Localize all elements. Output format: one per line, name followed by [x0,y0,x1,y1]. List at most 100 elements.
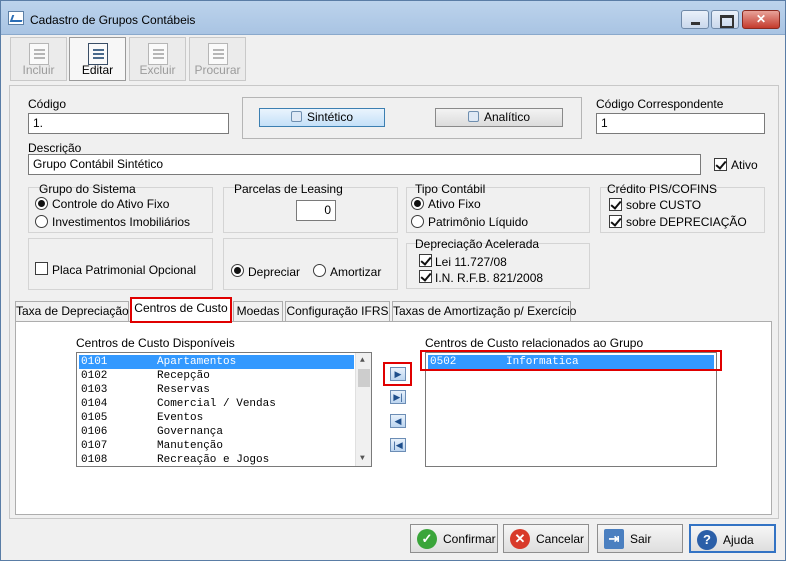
sair-button[interactable]: ⇥ Sair [597,524,683,553]
search-document-icon [208,43,228,65]
highlight-related-box [420,350,722,371]
cost-center-name: Governança [157,426,224,438]
sintetico-label: Sintético [306,110,354,124]
sintetico-icon [290,111,302,122]
cost-center-code: 0108 [81,454,108,466]
controle-ativo-fixo-radio[interactable] [35,197,48,210]
investimentos-radio[interactable] [35,215,48,228]
help-icon: ? [697,530,717,550]
list-item[interactable]: 0106 Governança [79,425,354,439]
sobre-custo-label: sobre CUSTO [626,198,702,212]
codigo-input[interactable]: 1. [28,113,229,134]
maximize-button[interactable] [711,10,739,29]
lei-checkbox[interactable] [419,254,432,267]
editar-button[interactable]: Editar [69,37,126,81]
parcelas-input[interactable]: 0 [296,200,336,221]
investimentos-label: Investimentos Imobiliários [52,215,191,229]
scroll-thumb[interactable] [358,369,370,387]
incluir-label: Incluir [22,63,55,77]
list-item[interactable]: 0101 Apartamentos [79,355,354,369]
cancelar-label: Cancelar [536,532,585,546]
minimize-button[interactable] [681,10,709,29]
confirmar-button[interactable]: ✓ Confirmar [410,524,498,553]
grupo-sistema-title: Grupo do Sistema [39,182,136,196]
window-title: Cadastro de Grupos Contábeis [30,13,196,27]
cost-center-code: 0107 [81,440,108,452]
sintetico-button[interactable]: Sintético [259,108,385,127]
close-button[interactable] [742,10,780,29]
editar-label: Editar [81,63,114,77]
descricao-input[interactable]: Grupo Contábil Sintético [28,154,701,175]
list-item[interactable]: 0107 Manutenção [79,439,354,453]
sobre-custo-checkbox[interactable] [609,198,622,211]
disponiveis-label: Centros de Custo Disponíveis [76,336,235,350]
disponiveis-scrollbar[interactable]: ▲ ▼ [355,353,371,466]
amortizar-radio[interactable] [313,264,326,277]
move-left-button[interactable]: ◀ [390,414,406,428]
in-rfb-checkbox[interactable] [419,270,432,283]
cost-center-code: 0105 [81,412,108,424]
list-item[interactable]: 0103 Reservas [79,383,354,397]
list-item[interactable]: 0108 Recreação e Jogos [79,453,354,466]
excluir-button[interactable]: Excluir [129,37,186,81]
exit-door-icon: ⇥ [604,529,624,549]
patrimonio-liquido-radio[interactable] [411,215,424,228]
title-bar: Cadastro de Grupos Contábeis [1,1,785,35]
arrow-left-icon: ◀ [394,416,402,426]
cost-center-name: Recreação e Jogos [157,454,270,466]
placa-label: Placa Patrimonial Opcional [52,263,197,277]
codigo-correspondente-label: Código Correspondente [596,97,724,111]
placa-checkbox[interactable] [35,262,48,275]
edit-document-icon [88,43,108,65]
main-window: Cadastro de Grupos Contábeis Incluir Edi… [0,0,786,561]
move-all-right-button[interactable]: ▶| [390,390,406,404]
scroll-up-icon[interactable]: ▲ [360,356,365,365]
credito-title: Crédito PIS/COFINS [607,182,718,196]
ativo-fixo-radio[interactable] [411,197,424,210]
tab-taxas-amortizacao[interactable]: Taxas de Amortização p/ Exercício [392,301,576,321]
cancel-icon: ✕ [510,529,530,549]
arrow-first-icon: |◀ [393,440,403,450]
disponiveis-listbox[interactable]: 0101 Apartamentos 0102 Recepção 0103 Reserv… [76,352,372,467]
confirmar-label: Confirmar [443,532,496,546]
codigo-correspondente-input[interactable]: 1 [596,113,765,134]
delete-document-icon [148,43,168,65]
check-icon: ✓ [417,529,437,549]
controle-ativo-fixo-label: Controle do Ativo Fixo [52,197,170,211]
procurar-label: Procurar [194,63,241,77]
tab-moedas[interactable]: Moedas [233,301,283,321]
codigo-label: Código [28,97,67,111]
list-item[interactable]: 0105 Eventos [79,411,354,425]
tipo-contabil-title: Tipo Contábil [415,182,486,196]
cost-center-name: Comercial / Vendas [157,398,276,410]
cost-center-code: 0106 [81,426,108,438]
cancelar-button[interactable]: ✕ Cancelar [503,524,589,553]
tab-configuracao-ifrs[interactable]: Configuração IFRS [285,301,390,321]
tab-taxa-depreciacao[interactable]: Taxa de Depreciação [15,301,129,321]
sobre-depreciacao-checkbox[interactable] [609,215,622,228]
ativo-checkbox[interactable] [714,158,727,171]
cost-center-name: Reservas [157,384,210,396]
cost-center-code: 0102 [81,370,108,382]
analitico-label: Analítico [483,110,531,124]
cost-center-code: 0101 [81,356,108,368]
depreciar-radio[interactable] [231,264,244,277]
analitico-button[interactable]: Analítico [435,108,563,127]
toolbar: Incluir Editar Excluir Procurar [7,35,781,83]
ajuda-button[interactable]: ? Ajuda [689,524,776,553]
highlight-move-box [383,362,412,386]
descricao-label: Descrição [28,141,82,155]
cost-center-name: Eventos [157,412,204,424]
list-item[interactable]: 0104 Comercial / Vendas [79,397,354,411]
incluir-button[interactable]: Incluir [10,37,67,81]
procurar-button[interactable]: Procurar [189,37,246,81]
cost-center-name: Recepção [157,370,210,382]
cost-center-name: Apartamentos [157,356,237,368]
ativo-label: Ativo [731,158,758,172]
scroll-down-icon[interactable]: ▼ [360,454,365,463]
cost-center-code: 0103 [81,384,108,396]
ativo-fixo-label: Ativo Fixo [428,197,481,211]
cost-center-code: 0104 [81,398,108,410]
list-item[interactable]: 0102 Recepção [79,369,354,383]
move-all-left-button[interactable]: |◀ [390,438,406,452]
